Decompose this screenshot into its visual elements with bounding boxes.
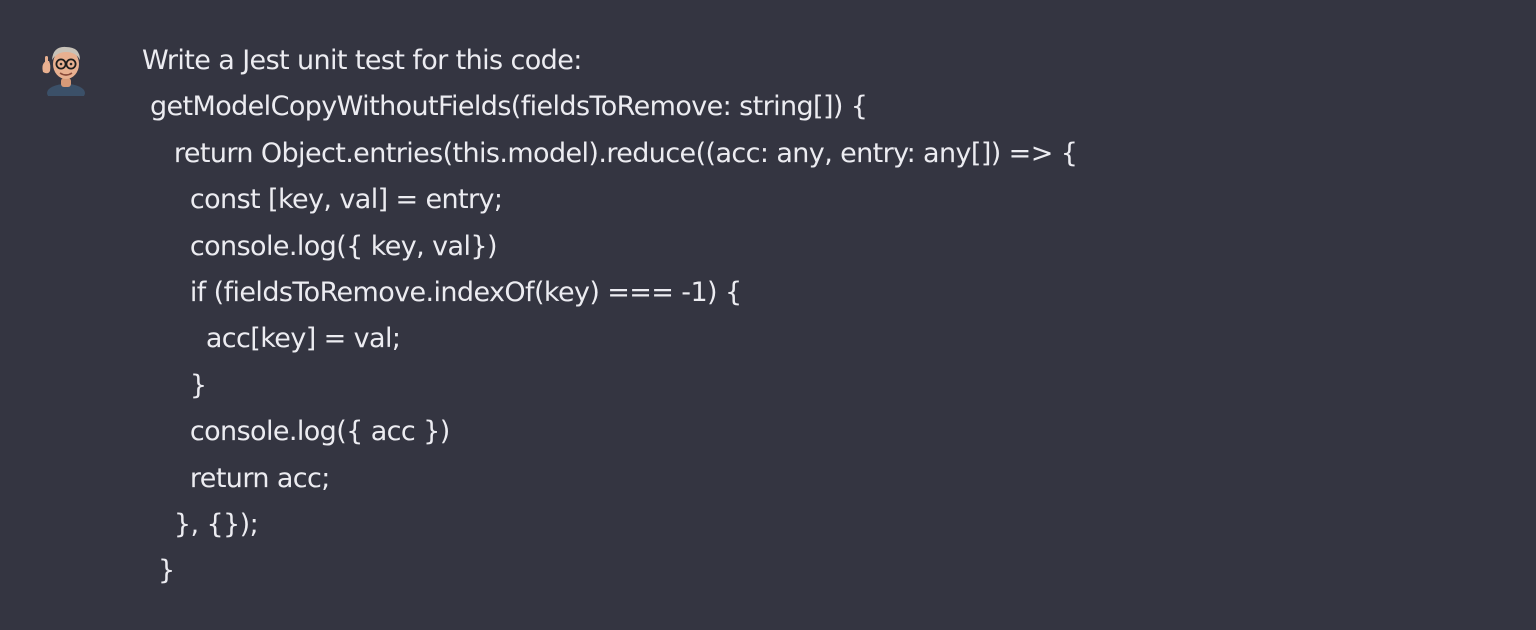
- message-line: console.log({ key, val}): [142, 230, 498, 262]
- message-line: acc[key] = val;: [142, 323, 401, 355]
- message-line: }: [142, 369, 207, 401]
- message-line: return Object.entries(this.model).reduce…: [142, 137, 1078, 169]
- message-line: return acc;: [142, 462, 330, 494]
- user-avatar-icon: [36, 42, 90, 96]
- message-line: if (fieldsToRemove.indexOf(key) === -1) …: [142, 276, 742, 308]
- message-line: }: [142, 555, 175, 587]
- message-line: getModelCopyWithoutFields(fieldsToRemove…: [142, 91, 868, 123]
- message-line: }, {});: [142, 508, 259, 540]
- message-line: console.log({ acc }): [142, 416, 450, 448]
- message-line: Write a Jest unit test for this code:: [142, 45, 582, 76]
- message-text: Write a Jest unit test for this code: ge…: [142, 38, 1482, 595]
- message-line: const [key, val] = entry;: [142, 184, 503, 216]
- user-message: Write a Jest unit test for this code: ge…: [0, 0, 1536, 630]
